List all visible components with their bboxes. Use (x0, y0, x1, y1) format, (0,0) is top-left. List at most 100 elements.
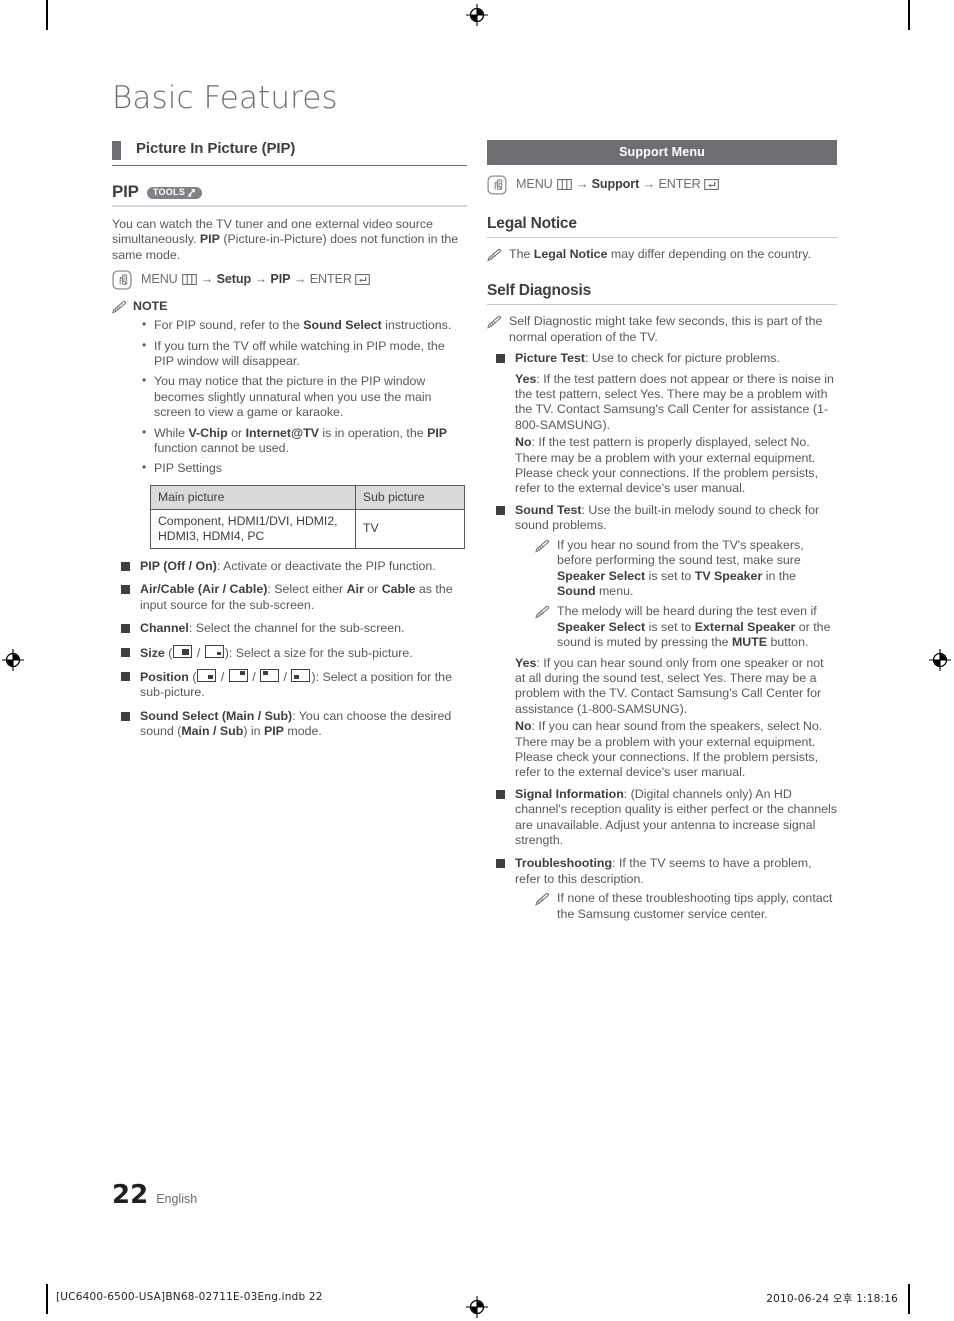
sound-test-yes-text: : If you can hear sound only from one sp… (515, 655, 824, 716)
page-language: English (156, 1192, 198, 1206)
crop-mark-top-right (908, 0, 910, 30)
note-2-a: You may notice that the picture in the P… (154, 374, 432, 420)
square-bullet-icon (121, 647, 130, 657)
enter-key-icon (355, 274, 370, 288)
st1-f: Sound (557, 583, 596, 598)
item-key-picture-test: Picture Test (515, 351, 586, 366)
option-desc-pip: : Activate or deactivate the PIP functio… (216, 558, 436, 573)
square-bullet-icon (496, 505, 505, 515)
tools-badge: TOOLS (146, 186, 203, 200)
list-item: If you turn the TV off while watching in… (142, 338, 467, 370)
pip-option-list: PIP (Off / On): Activate or deactivate t… (112, 559, 467, 740)
table-row: Component, HDMI1/DVI, HDMI2, HDMI3, HDMI… (150, 508, 465, 549)
pip-pos-top-right-icon (228, 668, 248, 682)
tools-badge-label: TOOLS (152, 186, 186, 197)
picture-test-no: No: If the test pattern is properly disp… (515, 435, 837, 497)
support-arrow-2: → (642, 177, 656, 191)
note-0-c: instructions. (381, 318, 452, 333)
list-item: For PIP sound, refer to the Sound Select… (142, 317, 467, 333)
st1-d: TV Speaker (694, 568, 763, 583)
pip-settings-table: Main picture Sub picture Component, HDMI… (150, 484, 465, 549)
tools-arrow-icon (187, 188, 196, 197)
menu-arrow-2: → (254, 272, 267, 287)
size-icon-group: ( / ) (164, 644, 229, 660)
note-3-d: Internet@TV (245, 425, 319, 440)
crop-mark-bottom-right (908, 1284, 910, 1314)
sub-heading-pip: PIP TOOLS (112, 182, 467, 207)
hand-press-icon (487, 175, 507, 195)
square-bullet-icon (121, 711, 130, 721)
print-timestamp: 2010-06-24 오후 1:18:16 (766, 1293, 898, 1305)
section-heading-pip: Picture In Picture (PIP) (112, 140, 467, 166)
picture-test-yes-label: Yes (515, 371, 537, 386)
note-3-b: V-Chip (188, 425, 228, 440)
support-arrow-1: → (575, 177, 589, 191)
menu-step-setup: Setup (216, 272, 252, 287)
legal-c: may differ depending on the country. (607, 247, 811, 261)
pip-size-large-icon (173, 644, 193, 658)
pip-pos-bottom-right-icon (197, 668, 217, 682)
st2-a: The melody will be heard during the test… (557, 604, 817, 619)
item-desc-picture-test: : Use to check for picture problems. (585, 351, 780, 366)
st1-g: menu. (595, 583, 634, 598)
menu-label: MENU (141, 272, 178, 287)
self-diagnosis-list: Picture Test: Use to check for picture p… (487, 351, 837, 922)
page-number: 22 (112, 1180, 149, 1210)
list-item: You may notice that the picture in the P… (142, 373, 467, 420)
sound-test-yes-label: Yes (515, 655, 537, 670)
square-bullet-icon (496, 789, 505, 799)
list-item-sound-select: Sound Select (Main / Sub): You can choos… (112, 709, 467, 740)
note-label: NOTE (133, 299, 168, 314)
list-item-troubleshooting: Troubleshooting: If the TV seems to have… (487, 856, 837, 922)
option-aircable-mid1: : Select either (267, 582, 347, 597)
note-4-a: PIP Settings (154, 461, 222, 476)
pip-note-list: For PIP sound, refer to the Sound Select… (112, 317, 467, 477)
list-item-size: Size ( / ): Select a size for the sub-pi… (112, 644, 467, 661)
note-3-g: function cannot be used. (154, 441, 290, 456)
left-column: Picture In Picture (PIP) PIP TOOLS You c… (112, 140, 467, 748)
square-bullet-icon (121, 561, 130, 571)
option-aircable-mid2: or (363, 582, 382, 597)
registration-mark-right (929, 649, 951, 671)
menu-enter-label: ENTER (309, 272, 352, 287)
cell-sub-picture: TV (355, 508, 465, 549)
option-soundselect-mid2: ) in (243, 724, 264, 739)
note-0-b: Sound Select (303, 318, 382, 333)
legal-a: The (509, 247, 534, 261)
support-step-label: Support (591, 177, 640, 191)
picture-test-no-label: No (515, 435, 532, 450)
item-key-sound-test: Sound Test (515, 502, 582, 517)
option-key-pip: PIP (Off / On) (140, 558, 217, 573)
heading-accent-bar (112, 141, 121, 160)
note-3-a: While (154, 425, 189, 440)
pip-pos-top-left-icon (260, 668, 280, 682)
option-aircable-b2: Cable (381, 582, 416, 597)
support-enter-label: ENTER (658, 177, 701, 191)
list-item-pip-onoff: PIP (Off / On): Activate or deactivate t… (112, 559, 467, 574)
crop-mark-top-left (46, 0, 48, 30)
pip-pos-bottom-left-icon (291, 668, 311, 682)
enter-key-icon (703, 179, 719, 193)
option-key-position: Position (140, 669, 189, 684)
page-canvas: Basic Features Picture In Picture (PIP) … (0, 0, 954, 1321)
legal-b: Legal Notice (533, 247, 608, 261)
troubleshooting-subnote: If none of these troubleshooting tips ap… (535, 891, 837, 922)
note-1-a: If you turn the TV off while watching in… (154, 338, 445, 369)
option-desc-size: : Select a size for the sub-picture. (228, 645, 413, 660)
sound-test-yes: Yes: If you can hear sound only from one… (515, 656, 837, 718)
list-item-position: Position ( / / / ): Select a position fo… (112, 668, 467, 701)
position-icon-group: ( / / / ) (188, 668, 316, 684)
menu-arrow-3: → (293, 272, 307, 287)
list-item-picture-test: Picture Test: Use to check for picture p… (487, 351, 837, 497)
section-heading-label: Picture In Picture (PIP) (136, 140, 296, 157)
sound-test-subnote-1-text: If you hear no sound from the TV's speak… (557, 538, 837, 600)
crop-mark-bottom-left (46, 1284, 48, 1314)
square-bullet-icon (121, 671, 130, 681)
list-item: PIP Settings (142, 460, 467, 476)
st1-b: Speaker Select (557, 568, 646, 583)
note-heading: NOTE (112, 299, 467, 314)
menu-step-pip: PIP (270, 272, 291, 287)
option-soundselect-b1: Main / Sub (181, 724, 244, 739)
list-item: While V-Chip or Internet@TV is in operat… (142, 425, 467, 457)
st2-b: Speaker Select (557, 619, 646, 634)
